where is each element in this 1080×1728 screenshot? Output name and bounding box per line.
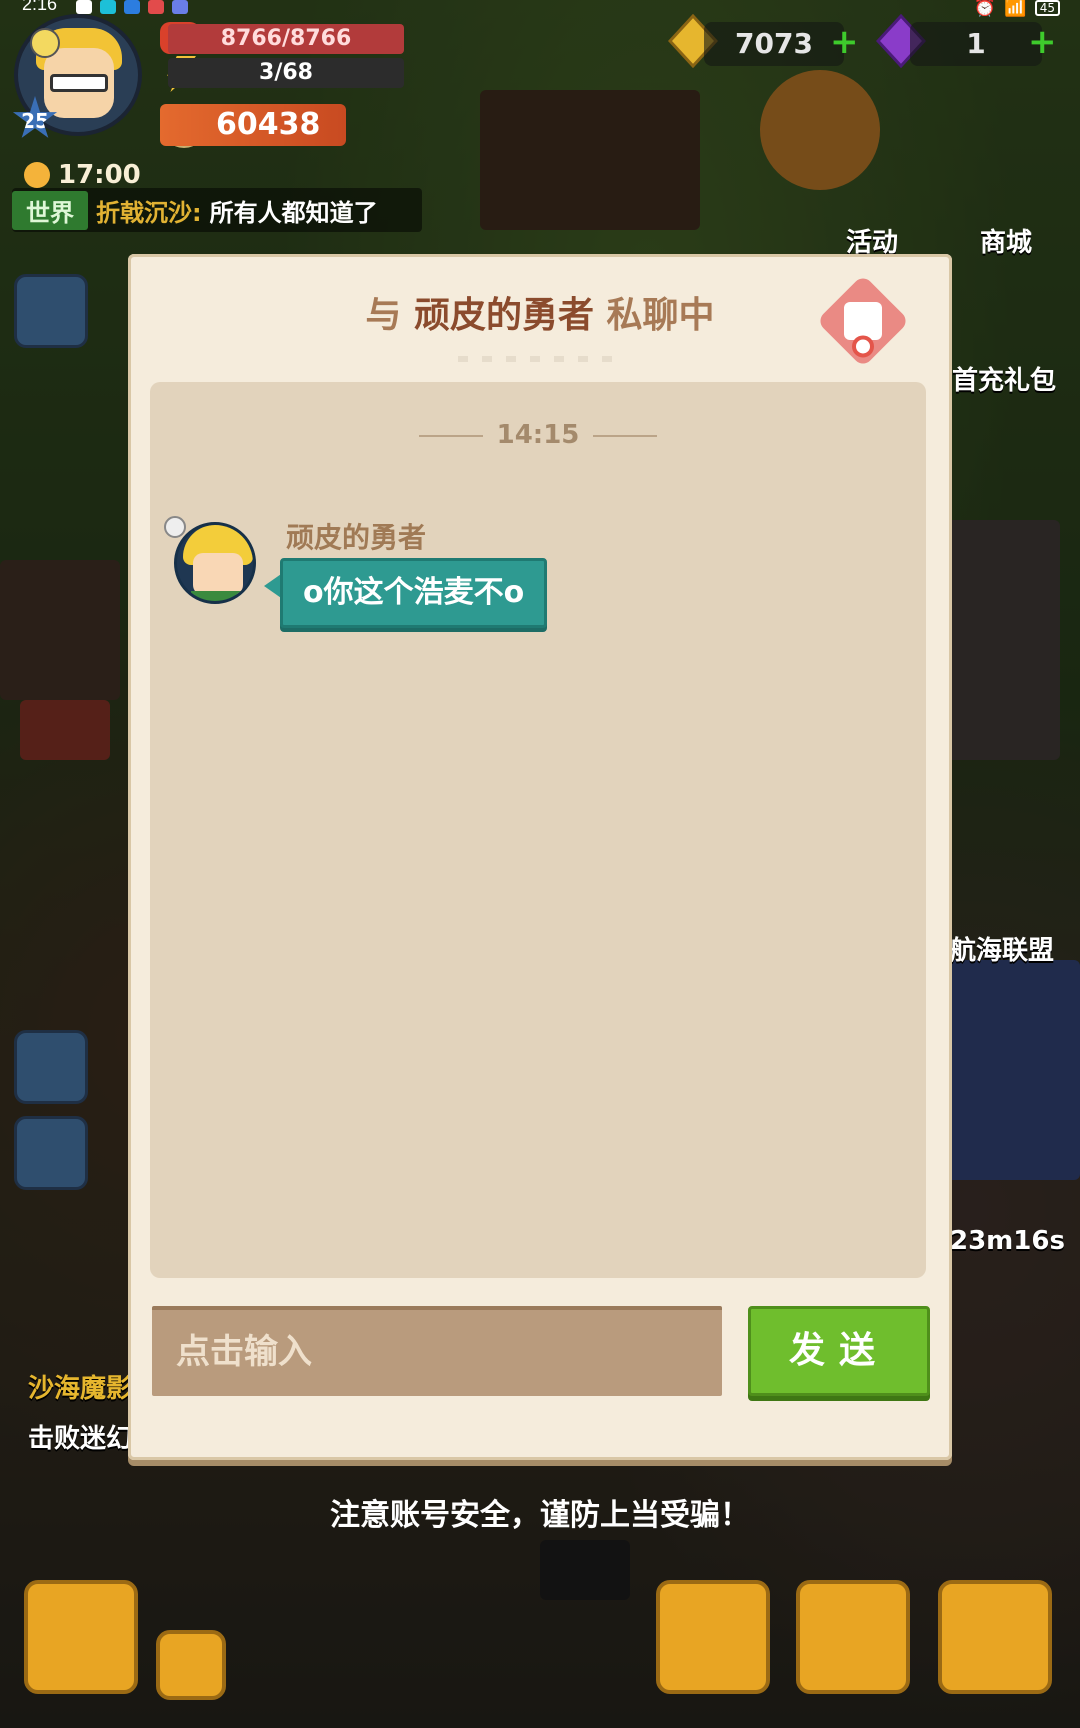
app-icon	[148, 0, 164, 14]
title-suffix: 私聊中	[606, 295, 715, 336]
title-decoration	[458, 356, 622, 362]
timer-label: 23m16s	[950, 1226, 1065, 1256]
chat-bubble-icon	[844, 302, 882, 340]
message-input[interactable]: 点击输入	[152, 1306, 722, 1396]
hp-bar: 8766/8766	[168, 24, 404, 54]
world-chat-message: 所有人都知道了	[209, 198, 378, 227]
chat-message-area[interactable]: 14:15 顽皮的勇者 o你这个浩麦不o	[150, 382, 926, 1278]
status-time: 2:16	[22, 0, 58, 14]
avatar-scarf	[191, 591, 245, 601]
expand-map-button[interactable]	[14, 274, 88, 348]
status-right: ⏰ 📶 45	[974, 0, 1060, 18]
private-chat-dialog: 与 顽皮的勇者 私聊中 14:15 顽皮的勇者 o你这个浩麦不o 点击输入 发送	[128, 254, 952, 1460]
gem-counter: 1	[910, 22, 1042, 66]
avatar-face	[193, 553, 243, 595]
world-chat-sender: 折戟沉沙:	[96, 198, 202, 227]
add-gold-button[interactable]: +	[830, 25, 859, 59]
hero-button[interactable]	[656, 1580, 770, 1694]
build-hammer-button[interactable]	[24, 1580, 138, 1694]
battery-icon: 45	[1034, 0, 1060, 16]
first-recharge-label[interactable]: 首充礼包	[952, 360, 1056, 397]
app-icon	[172, 0, 188, 14]
send-button[interactable]: 发送	[748, 1306, 930, 1396]
shop-label[interactable]: 商城	[980, 222, 1032, 259]
app-notification-icon	[76, 0, 92, 14]
backpack-button[interactable]	[938, 1580, 1052, 1694]
pets-button[interactable]	[796, 1580, 910, 1694]
emoji-icon[interactable]	[30, 28, 60, 58]
quest-description: 击败迷幻	[28, 1424, 133, 1454]
app-icon	[124, 0, 140, 14]
world-chat-bar[interactable]: 世界 折戟沉沙: 所有人都知道了	[12, 188, 422, 232]
home-button[interactable]	[14, 1030, 88, 1104]
location-button[interactable]	[14, 1116, 88, 1190]
game-clock-text: 17:00	[58, 160, 141, 190]
chat-timestamp: 14:15	[150, 420, 926, 450]
taptap-icon	[100, 0, 116, 14]
sun-icon	[24, 162, 50, 188]
game-clock: 17:00	[24, 160, 141, 190]
sender-avatar[interactable]	[174, 522, 256, 604]
alliance-label[interactable]: 航海联盟	[950, 930, 1054, 967]
pin-icon	[164, 516, 186, 538]
ban-icon	[852, 335, 874, 358]
quest-title[interactable]: 沙海魔影	[28, 1368, 132, 1405]
add-gem-button[interactable]: +	[1028, 25, 1057, 59]
gold-counter: 7073	[704, 22, 844, 66]
combat-power: 60438	[160, 104, 346, 146]
security-warning: 注意账号安全，谨防上当受骗！	[330, 1498, 750, 1533]
small-tool-button[interactable]	[156, 1630, 226, 1700]
world-channel-tag: 世界	[12, 190, 88, 230]
message-bubble[interactable]: o你这个浩麦不o	[280, 558, 548, 628]
wifi-icon: 📶	[1004, 0, 1027, 18]
message-sender-name: 顽皮的勇者	[286, 521, 427, 554]
chat-partner-name: 顽皮的勇者	[413, 295, 594, 336]
title-prefix: 与	[365, 295, 402, 336]
avatar-glasses	[50, 74, 108, 92]
alarm-icon: ⏰	[973, 0, 997, 18]
energy-bar: 3/68	[168, 58, 404, 88]
